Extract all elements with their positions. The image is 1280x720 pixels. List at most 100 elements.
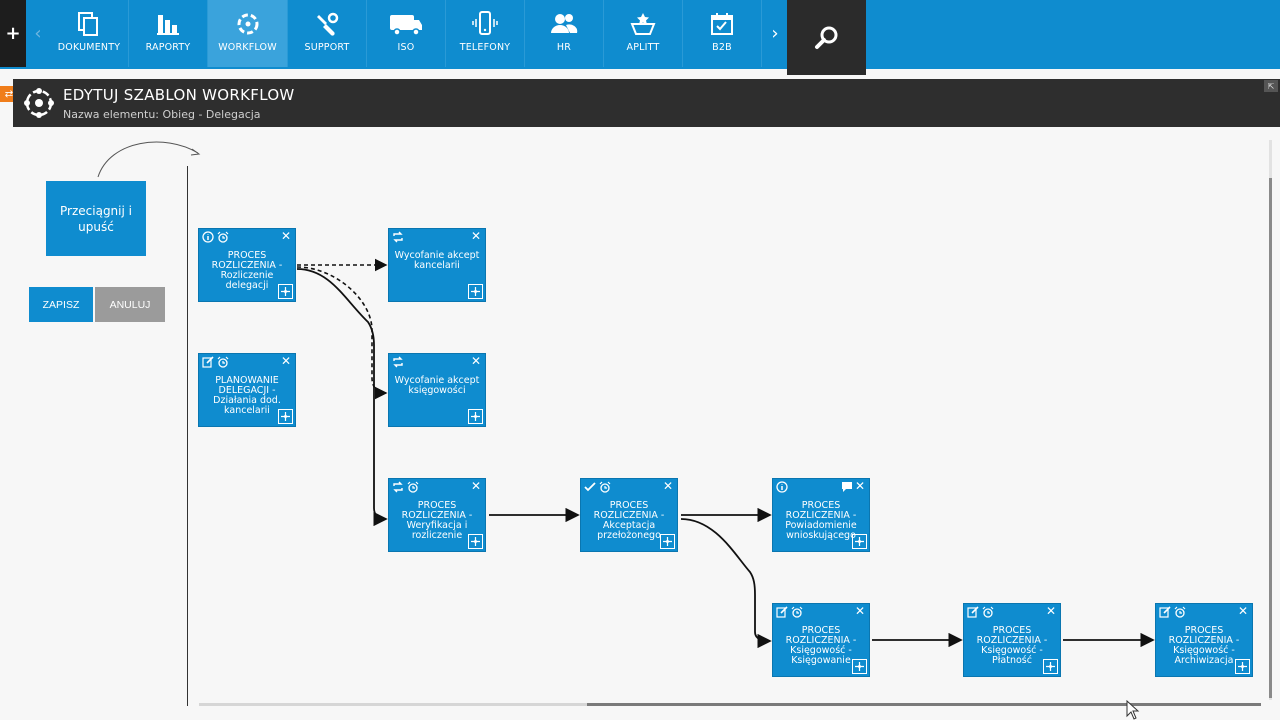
close-icon[interactable]: ✕ [1238, 605, 1248, 618]
workflow-node[interactable]: ✕ PLANOWANIE DELEGACJI - Działania dod. … [198, 353, 296, 427]
connector [296, 268, 388, 527]
nav-item-telefony[interactable]: TELEFONY [446, 0, 524, 67]
connector [680, 518, 772, 649]
workflow-node[interactable]: ✕ Wycofanie akcept kancelarii [388, 228, 486, 302]
arrows-icon: ⇄ [4, 88, 14, 100]
nav-item-support[interactable]: SUPPORT [288, 0, 366, 67]
people-icon [550, 10, 578, 38]
workflow-icon [234, 10, 262, 38]
workflow-node[interactable]: ✕ PROCES ROZLICZENIA - Akceptacja przeło… [580, 478, 678, 552]
edit-icon [202, 356, 214, 368]
page-subtitle: Nazwa elementu: Obieg - Delegacja [63, 108, 261, 121]
nav-item-workflow[interactable]: WORKFLOW [208, 0, 287, 67]
workflow-node[interactable]: ✕ PROCES ROZLICZENIA - Księgowość - Płat… [963, 603, 1061, 677]
move-handle-icon[interactable] [278, 284, 293, 299]
nav-item-label: WORKFLOW [218, 42, 277, 53]
search-button[interactable] [787, 0, 866, 75]
page-header: EDYTUJ SZABLON WORKFLOW Nazwa elementu: … [13, 79, 1280, 127]
node-title: Wycofanie akcept kancelarii [394, 250, 480, 271]
close-icon[interactable]: ✕ [471, 230, 481, 243]
alarm-icon [217, 356, 229, 368]
cancel-button[interactable]: ANULUJ [95, 287, 165, 322]
move-handle-icon[interactable] [852, 534, 867, 549]
panel-divider [187, 166, 188, 706]
nav-strip-edge [0, 67, 1280, 69]
nav-item-label: RAPORTY [145, 42, 191, 53]
nav-next-button[interactable]: › [764, 0, 786, 67]
top-navigation: + ‹ DOKUMENTY RAPORTY WORKFLOW SUPPORT I… [0, 0, 1280, 75]
close-icon[interactable]: ✕ [471, 355, 481, 368]
info-icon [776, 481, 788, 493]
basket-icon [629, 10, 657, 38]
close-icon[interactable]: ✕ [471, 480, 481, 493]
close-icon[interactable]: ✕ [281, 230, 291, 243]
collapse-icon: ⇱ [1267, 81, 1275, 91]
move-handle-icon[interactable] [660, 534, 675, 549]
search-icon [814, 26, 837, 49]
alarm-icon [791, 606, 803, 618]
loop-icon [393, 231, 403, 243]
reports-icon [155, 10, 181, 38]
nav-separator [761, 0, 762, 67]
workflow-node[interactable]: ✕ PROCES ROZLICZENIA - Weryfikacja i roz… [388, 478, 486, 552]
add-button[interactable]: + [0, 0, 26, 67]
move-handle-icon[interactable] [1235, 659, 1250, 674]
page-title: EDYTUJ SZABLON WORKFLOW [63, 86, 295, 104]
collapse-button[interactable]: ⇱ [1264, 80, 1278, 92]
info-icon [202, 231, 214, 243]
workflow-node[interactable]: ✕ Wycofanie akcept księgowości [388, 353, 486, 427]
chevron-right-icon: › [771, 23, 779, 44]
horizontal-scrollbar-thumb[interactable] [587, 703, 1261, 706]
node-title: Wycofanie akcept księgowości [394, 375, 480, 396]
move-handle-icon[interactable] [852, 659, 867, 674]
workflow-logo-icon [23, 87, 55, 123]
nav-item-label: B2B [712, 42, 732, 53]
close-icon[interactable]: ✕ [663, 480, 673, 493]
edit-icon [776, 606, 788, 618]
move-handle-icon[interactable] [468, 534, 483, 549]
mouse-cursor-icon [1126, 700, 1140, 720]
nav-item-iso[interactable]: ISO [367, 0, 445, 67]
comment-icon [842, 482, 852, 492]
plus-icon: + [5, 23, 21, 44]
nav-item-raporty[interactable]: RAPORTY [129, 0, 207, 67]
nav-item-label: ISO [397, 42, 415, 53]
nav-item-label: APLITT [626, 42, 660, 53]
workflow-node[interactable]: ✕ PROCES ROZLICZENIA - Powiadomienie wni… [772, 478, 870, 552]
close-icon[interactable]: ✕ [855, 480, 865, 493]
save-button[interactable]: ZAPISZ [29, 287, 93, 322]
nav-item-label: DOKUMENTY [57, 42, 121, 53]
support-icon [314, 10, 340, 38]
documents-icon [76, 10, 102, 38]
alarm-icon [407, 481, 419, 493]
vertical-scrollbar-thumb[interactable] [1269, 178, 1272, 698]
move-handle-icon[interactable] [278, 409, 293, 424]
nav-item-hr[interactable]: HR [525, 0, 603, 67]
loop-icon [393, 481, 403, 493]
nav-item-label: TELEFONY [459, 42, 511, 53]
nav-prev-button[interactable]: ‹ [27, 0, 49, 67]
nav-item-dokumenty[interactable]: DOKUMENTY [50, 0, 128, 67]
phone-icon [472, 10, 498, 38]
move-handle-icon[interactable] [1043, 659, 1058, 674]
alarm-icon [599, 481, 611, 493]
truck-icon [388, 10, 424, 38]
close-icon[interactable]: ✕ [281, 355, 291, 368]
workflow-node[interactable]: ✕ PROCES ROZLICZENIA - Księgowość - Arch… [1155, 603, 1253, 677]
nav-item-b2b[interactable]: B2B [683, 0, 761, 67]
move-handle-icon[interactable] [468, 409, 483, 424]
nav-item-label: HR [556, 42, 572, 53]
nav-strip-right [866, 0, 1280, 67]
close-icon[interactable]: ✕ [855, 605, 865, 618]
loop-icon [393, 356, 403, 368]
chevron-left-icon: ‹ [34, 23, 42, 44]
workflow-node[interactable]: ✕ PROCES ROZLICZENIA - Rozliczenie deleg… [198, 228, 296, 302]
edit-icon [967, 606, 979, 618]
nav-item-label: SUPPORT [304, 42, 350, 53]
move-handle-icon[interactable] [468, 284, 483, 299]
close-icon[interactable]: ✕ [1046, 605, 1056, 618]
nav-item-aplitt[interactable]: APLITT [604, 0, 682, 67]
alarm-icon [217, 231, 229, 243]
workflow-node[interactable]: ✕ PROCES ROZLICZENIA - Księgowość - Księ… [772, 603, 870, 677]
drag-drop-element[interactable]: Przeciągnij i upuść [46, 181, 146, 256]
